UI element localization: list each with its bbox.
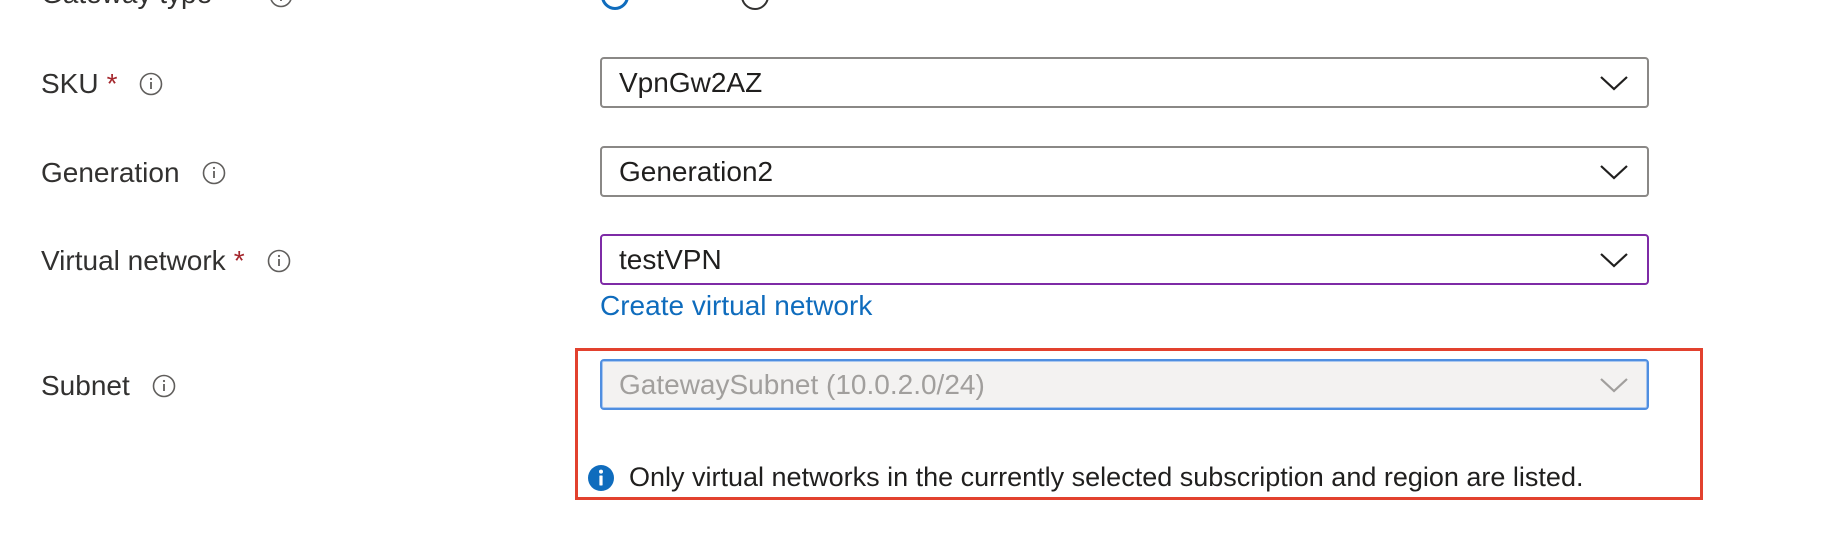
chevron-down-icon [1599,74,1629,92]
gateway-type-radio-vpn[interactable] [601,0,629,10]
subnet-label-row: Subnet [41,369,176,403]
info-icon[interactable] [269,0,293,8]
gateway-type-label-text: Gateway type [41,0,212,9]
subnet-dropdown: GatewaySubnet (10.0.2.0/24) [600,359,1649,410]
info-message-text: Only virtual networks in the currently s… [629,462,1584,492]
sku-label: SKU [41,68,99,99]
generation-dropdown-value: Generation2 [619,155,774,187]
subnet-dropdown-value: GatewaySubnet (10.0.2.0/24) [619,368,985,400]
virtual-network-label-row: Virtual network * [41,244,291,278]
generation-dropdown[interactable]: Generation2 [600,146,1649,197]
sku-label-row: SKU * [41,67,163,101]
required-asterisk: * [106,68,118,99]
chevron-down-icon [1599,376,1629,394]
info-filled-icon [587,464,615,492]
required-asterisk: * [228,0,239,9]
vpn-gateway-form: Gateway type * SKU * VpnGw2AZ Generation… [0,0,1824,548]
gateway-type-label: Gateway type * [41,0,293,10]
virtual-network-dropdown[interactable]: testVPN [600,234,1649,285]
required-asterisk: * [233,245,245,276]
info-icon[interactable] [152,374,176,398]
generation-label-row: Generation [41,156,226,190]
create-virtual-network-link[interactable]: Create virtual network [600,290,872,322]
virtual-network-dropdown-value: testVPN [619,243,722,275]
chevron-down-icon [1599,163,1629,181]
info-message: Only virtual networks in the currently s… [587,462,1583,493]
sku-dropdown[interactable]: VpnGw2AZ [600,57,1649,108]
sku-dropdown-value: VpnGw2AZ [619,66,763,98]
chevron-down-icon [1599,251,1629,269]
generation-label: Generation [41,157,180,188]
info-icon[interactable] [267,249,291,273]
subnet-label: Subnet [41,370,130,401]
virtual-network-label: Virtual network [41,245,226,276]
info-icon[interactable] [139,72,163,96]
gateway-type-radio-expressroute[interactable] [741,0,769,10]
info-icon[interactable] [202,161,226,185]
